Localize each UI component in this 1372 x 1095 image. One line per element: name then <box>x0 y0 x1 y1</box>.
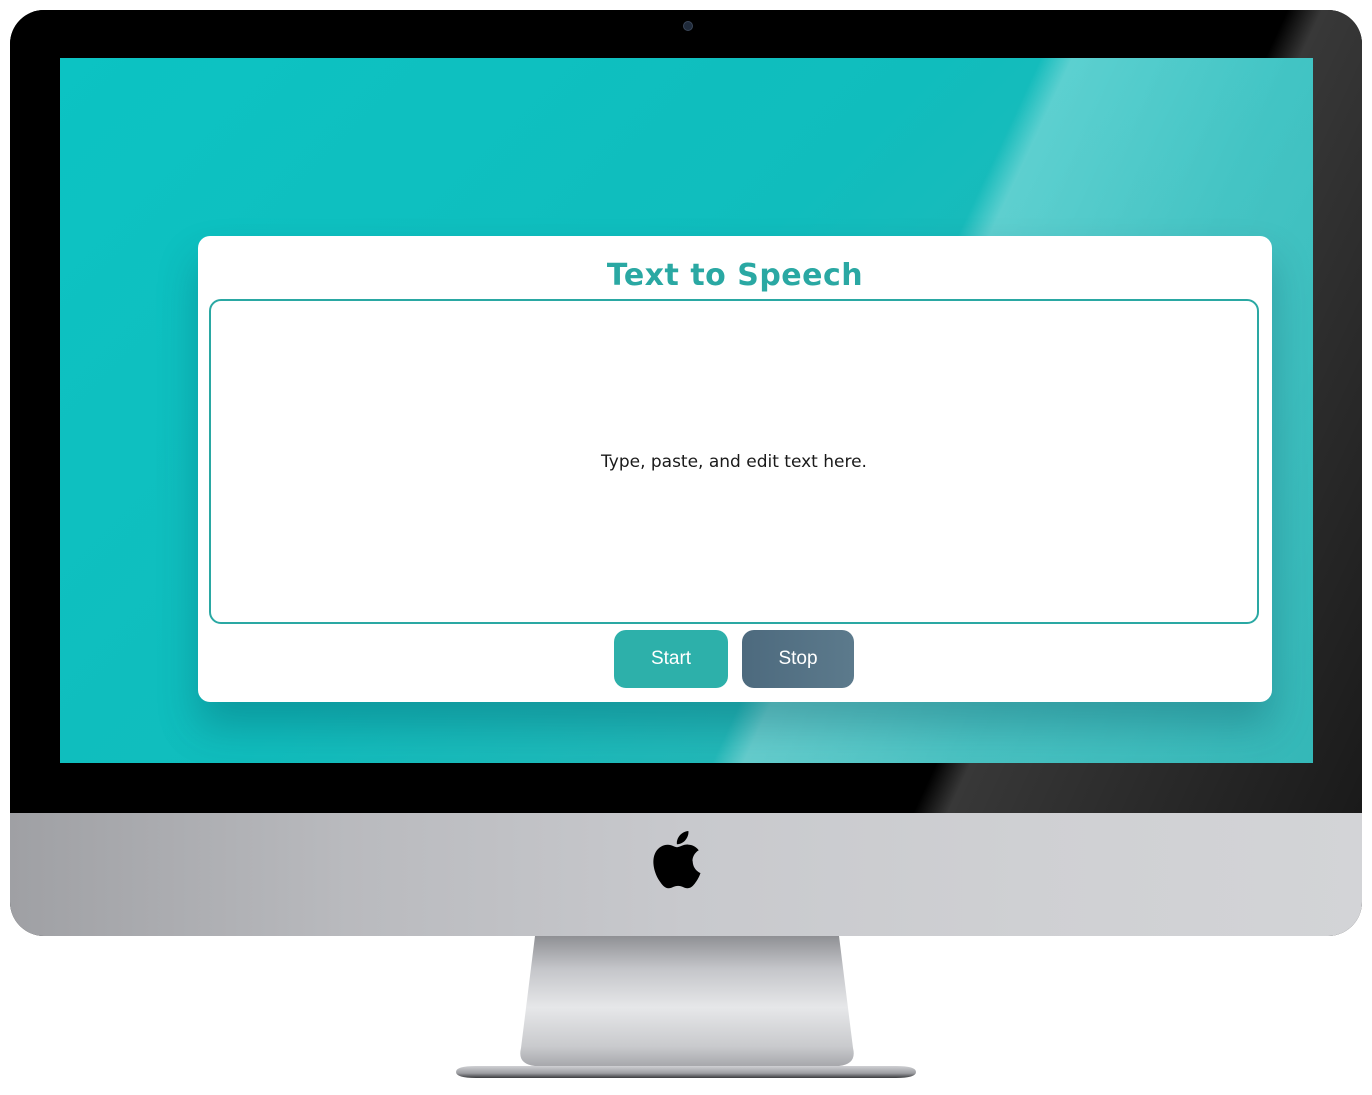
screen: Text to Speech Start Stop <box>60 58 1313 763</box>
text-input-area[interactable] <box>209 299 1259 624</box>
monitor: Text to Speech Start Stop <box>10 10 1362 936</box>
stop-button[interactable]: Stop <box>742 630 854 688</box>
start-button[interactable]: Start <box>614 630 728 688</box>
monitor-stand <box>520 936 854 1066</box>
page-title: Text to Speech <box>606 258 864 293</box>
apple-logo-icon <box>653 831 701 889</box>
camera-icon <box>683 21 693 31</box>
text-to-speech-card: Text to Speech Start Stop <box>198 236 1272 702</box>
stand-base <box>456 1066 916 1078</box>
